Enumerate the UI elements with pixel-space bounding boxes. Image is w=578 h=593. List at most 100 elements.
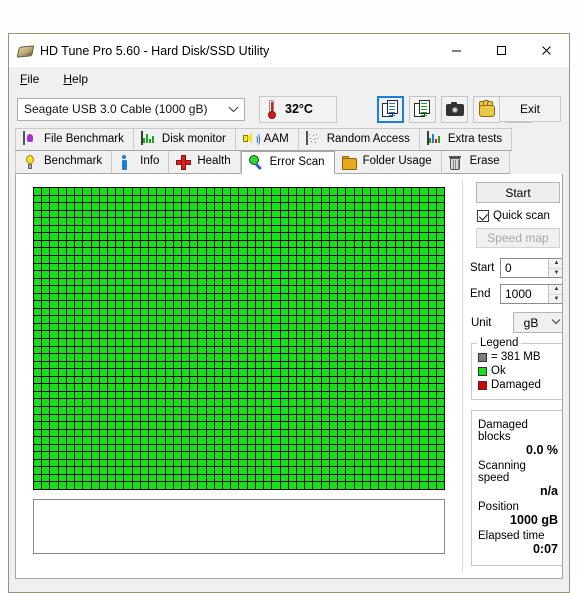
scan-block [436, 255, 444, 263]
scan-map[interactable] [33, 187, 445, 490]
scan-block [354, 444, 362, 452]
scan-block [124, 376, 132, 384]
scan-block [420, 399, 428, 406]
end-input[interactable]: 1000 ▲ ▼ [500, 284, 562, 304]
scan-block [66, 255, 75, 263]
tab-erase[interactable]: Erase [441, 151, 510, 174]
scan-block [239, 437, 247, 444]
scan-block [379, 286, 387, 293]
legend-label-size: = 381 MB [491, 351, 541, 363]
end-stepper[interactable]: ▲ ▼ [548, 285, 562, 303]
minimize-icon[interactable] [434, 34, 479, 67]
scan-block [132, 255, 140, 263]
scan-block [362, 429, 371, 437]
scan-block [272, 225, 280, 233]
tab-benchmark[interactable]: Benchmark [15, 151, 113, 174]
scan-block [83, 384, 91, 391]
scan-block [50, 188, 58, 195]
scan-block [354, 474, 362, 482]
scan-block [91, 346, 99, 354]
scan-block [297, 210, 305, 218]
scan-block [305, 354, 313, 361]
maximize-icon[interactable] [479, 34, 524, 67]
tab-info[interactable]: Info [112, 151, 170, 174]
scan-block [116, 482, 124, 489]
menu-item-file[interactable]: FFileile [18, 70, 49, 88]
scan-block [362, 376, 371, 384]
scan-block [50, 218, 58, 225]
quick-scan-checkbox[interactable] [477, 210, 489, 222]
tab-disk-monitor[interactable]: Disk monitor [133, 128, 236, 151]
scan-block [305, 263, 313, 271]
scan-block [83, 391, 91, 399]
scan-block [412, 225, 420, 233]
start-stepper-up[interactable]: ▲ [549, 259, 562, 269]
scan-block [255, 255, 264, 263]
scan-block [58, 339, 66, 346]
scan-block [116, 422, 124, 429]
quick-scan-row[interactable]: Quick scan [477, 210, 562, 222]
start-stepper-down[interactable]: ▼ [549, 268, 562, 277]
scan-block [288, 406, 297, 414]
drive-select[interactable]: Seagate USB 3.0 Cable (1000 gB) [17, 97, 245, 121]
unit-select[interactable]: gB [513, 312, 562, 333]
scan-block [288, 301, 297, 308]
scan-block [66, 452, 75, 459]
scan-block [280, 384, 288, 391]
scan-block [280, 369, 288, 376]
scan-block [371, 240, 379, 248]
scan-block [50, 391, 58, 399]
scan-block [362, 203, 371, 210]
start-stepper[interactable]: ▲ ▼ [548, 259, 562, 277]
tab-folder-usage[interactable]: Folder Usage [334, 151, 442, 174]
harddisk-icon [16, 43, 35, 59]
scan-block [297, 255, 305, 263]
scan-block [132, 482, 140, 489]
screenshot-button[interactable] [441, 95, 468, 123]
scan-block [255, 459, 264, 467]
tab-extra-tests[interactable]: Extra tests [419, 128, 513, 151]
close-icon[interactable] [524, 34, 569, 67]
scan-block [99, 210, 107, 218]
scan-block [124, 391, 132, 399]
scan-block [272, 429, 280, 437]
hand-button[interactable] [473, 95, 500, 123]
start-input[interactable]: 0 ▲ ▼ [500, 258, 562, 278]
copy-image-button[interactable] [409, 95, 436, 123]
copy-text-button[interactable] [377, 95, 404, 123]
scan-block [223, 263, 231, 271]
end-stepper-up[interactable]: ▲ [549, 285, 562, 295]
tab-random-access[interactable]: Random Access [298, 128, 420, 151]
scan-block [181, 203, 190, 210]
tab-disk-monitor-label: Disk monitor [161, 132, 226, 145]
scan-block [66, 429, 75, 437]
scan-block [231, 323, 239, 331]
scan-block [157, 437, 165, 444]
tab-file-benchmark[interactable]: File Benchmark [15, 128, 134, 151]
scan-block [297, 406, 305, 414]
scan-block [288, 346, 297, 354]
scan-block [280, 414, 288, 422]
menu-item-help[interactable]: Help [61, 70, 98, 88]
end-stepper-down[interactable]: ▼ [549, 294, 562, 303]
scan-block [107, 346, 116, 354]
scan-block [42, 263, 50, 271]
tab-error-scan[interactable]: Error Scan [240, 151, 335, 174]
scan-block [206, 452, 214, 459]
tab-health[interactable]: Health [169, 151, 241, 174]
tab-aam[interactable]: AAM [235, 128, 299, 151]
scan-block [173, 406, 181, 414]
scan-block [190, 308, 198, 316]
exit-button[interactable]: Exit [499, 96, 561, 122]
scan-block [428, 482, 436, 489]
start-button[interactable]: Start [476, 182, 560, 203]
scan-block [140, 354, 149, 361]
scan-block [165, 354, 173, 361]
scan-block [272, 467, 280, 474]
scan-block [75, 225, 83, 233]
scan-block [239, 444, 247, 452]
scan-block [116, 339, 124, 346]
scan-block [313, 361, 321, 369]
scan-block [198, 233, 206, 240]
scan-block [436, 188, 444, 195]
